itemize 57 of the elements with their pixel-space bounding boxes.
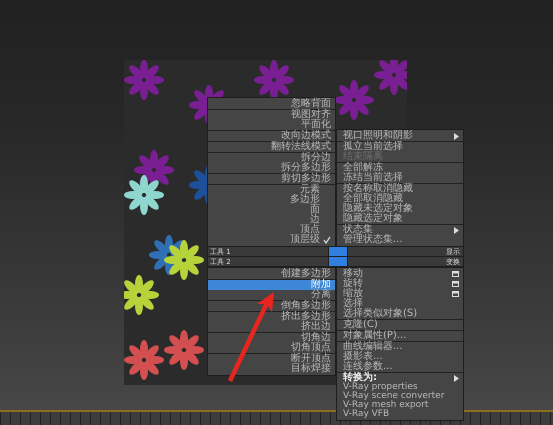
menu-item[interactable]: 边 [208,215,335,225]
options-box-icon [452,281,459,287]
menu-item[interactable]: 孤立当前选择 [337,142,463,152]
menu-item[interactable]: V-Ray properties [337,383,463,392]
menu-item[interactable]: 拆分边 [208,153,335,163]
menu-item[interactable]: 移动 [337,269,463,279]
menu-item[interactable]: 剪切多边形 [208,174,335,184]
menu-item[interactable]: 翻转法线模式 [208,142,335,152]
menu-item[interactable]: 连线参数... [337,362,463,372]
menu-item[interactable]: 管理状态集... [337,235,463,245]
menu-item[interactable]: 视图对齐 [208,110,335,120]
menu-item[interactable]: 忽略背面 [208,99,335,109]
options-box-icon [452,271,459,277]
menu-item[interactable]: 选择 [337,299,463,309]
menu-item[interactable]: 顶点 [208,225,335,235]
menu-item[interactable]: 对象属性(P)... [337,331,463,341]
submenu-arrow-icon [454,226,459,234]
menu-item[interactable]: 顶层级 [208,235,335,245]
menu-item[interactable]: 冻结当前选择 [337,173,463,183]
menu-item[interactable]: 转换为: [337,373,463,383]
menu-item[interactable]: 挤出边 [208,322,335,332]
menu-item[interactable]: 断开顶点 [208,354,335,364]
menu-item[interactable]: 多边形 [208,195,335,205]
quad-center-handle[interactable] [328,247,348,256]
options-box-icon [452,291,459,297]
quad-center-handle[interactable] [328,257,348,266]
menu-item[interactable]: 缩放 [337,289,463,299]
menu-item[interactable]: 克隆(C) [337,320,463,330]
menu-item[interactable]: 倒角多边形 [208,301,335,311]
menu-item[interactable]: 创建多边形 [208,269,335,279]
menu-item[interactable]: 全部解冻 [337,163,463,173]
submenu-arrow-icon [454,132,459,140]
menu-item[interactable]: V-Ray scene converter [337,392,463,401]
menu-item[interactable]: 拆分多边形 [208,163,335,173]
menu-item[interactable]: V-Ray mesh export [337,401,463,410]
menu-item[interactable]: 分离 [208,290,335,300]
menu-item[interactable]: 隐藏未选定对象 [337,204,463,214]
menu-item[interactable]: 状态集 [337,225,463,235]
menu-item[interactable]: 切角顶点 [208,343,335,353]
menu-item[interactable]: 改向边模式 [208,131,335,141]
menu-item[interactable]: 按名称取消隐藏 [337,184,463,194]
menu-item[interactable]: 曲线编辑器... [337,342,463,352]
menu-item[interactable]: 视口照明和阴影 [337,131,463,141]
menu-item[interactable]: 隐藏选定对象 [337,214,463,224]
menu-item[interactable]: 切角边 [208,333,335,343]
menu-item[interactable]: 平面化 [208,120,335,130]
menu-item[interactable]: 旋转 [337,279,463,289]
menu-item[interactable]: 全部取消隐藏 [337,194,463,204]
menu-item[interactable]: 挤出多边形 [208,312,335,322]
menu-item[interactable]: 目标焊接 [208,364,335,374]
menu-item[interactable]: 附加 [208,280,335,290]
menu-item[interactable]: V-Ray VFB [337,410,463,419]
menu-item[interactable]: 面 [208,205,335,215]
menu-item[interactable]: 元素 [208,185,335,195]
menu-item[interactable]: 摄影表... [337,352,463,362]
submenu-arrow-icon [454,374,459,382]
menu-item[interactable]: 选择类似对象(S) [337,309,463,319]
